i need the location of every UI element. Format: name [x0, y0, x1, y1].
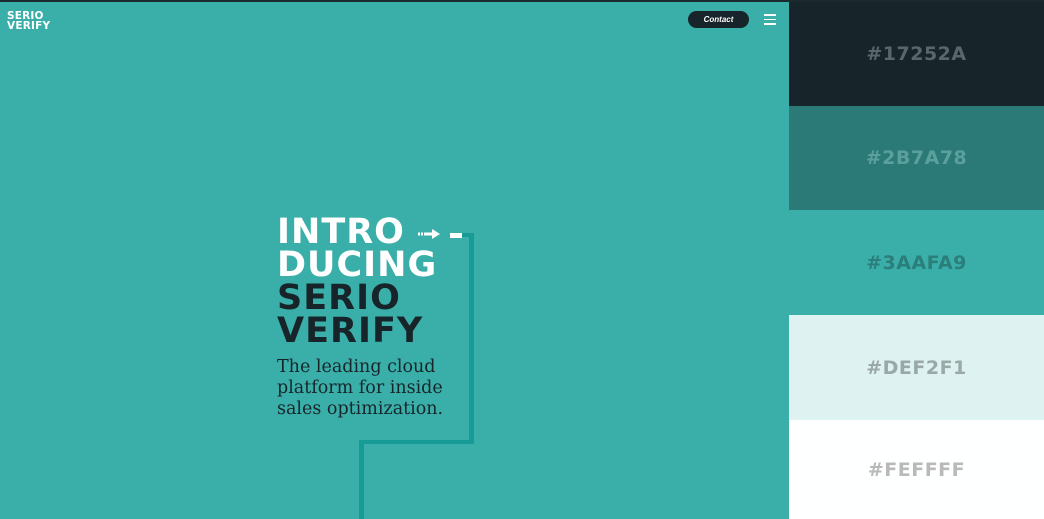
- menu-bar: [764, 23, 776, 25]
- hamburger-menu-icon[interactable]: [764, 14, 776, 25]
- rail-segment: [359, 440, 474, 444]
- swatch-label: #DEF2F1: [866, 356, 967, 379]
- logo-line-2: VERIFY: [7, 20, 51, 32]
- tagline-line-1: The leading cloud: [277, 357, 436, 377]
- headline-line-4: VERIFY: [277, 311, 424, 351]
- logo[interactable]: SERIO VERIFY: [7, 11, 51, 32]
- swatch-5: #FEFFFF: [789, 420, 1044, 519]
- tagline-line-3: sales optimization.: [277, 399, 444, 419]
- swatch-3: #3AAFA9: [789, 210, 1044, 315]
- headline: INTRO DUCING SERIO VERIFY: [277, 215, 437, 351]
- tagline-line-2: platform for inside: [277, 378, 443, 398]
- contact-button[interactable]: Contact: [688, 11, 749, 28]
- dash-mark: [450, 233, 462, 238]
- page: SERIO VERIFY Contact INTRO DUCING SERIO …: [0, 0, 1044, 519]
- swatch-label: #3AAFA9: [866, 251, 967, 274]
- swatch-4: #DEF2F1: [789, 315, 1044, 420]
- arrow-right-icon: [418, 229, 440, 239]
- rail-segment: [359, 440, 364, 519]
- swatch-label: #17252A: [866, 43, 967, 65]
- menu-bar: [764, 14, 776, 16]
- swatch-label: #2B7A78: [865, 147, 968, 169]
- swatch-2: #2B7A78: [789, 106, 1044, 210]
- color-palette: #17252A #2B7A78 #3AAFA9 #DEF2F1 #FEFFFF: [789, 2, 1044, 519]
- tagline: The leading cloud platform for inside sa…: [277, 357, 477, 420]
- swatch-1: #17252A: [789, 2, 1044, 106]
- menu-bar: [764, 18, 776, 21]
- swatch-label: #FEFFFF: [867, 458, 966, 481]
